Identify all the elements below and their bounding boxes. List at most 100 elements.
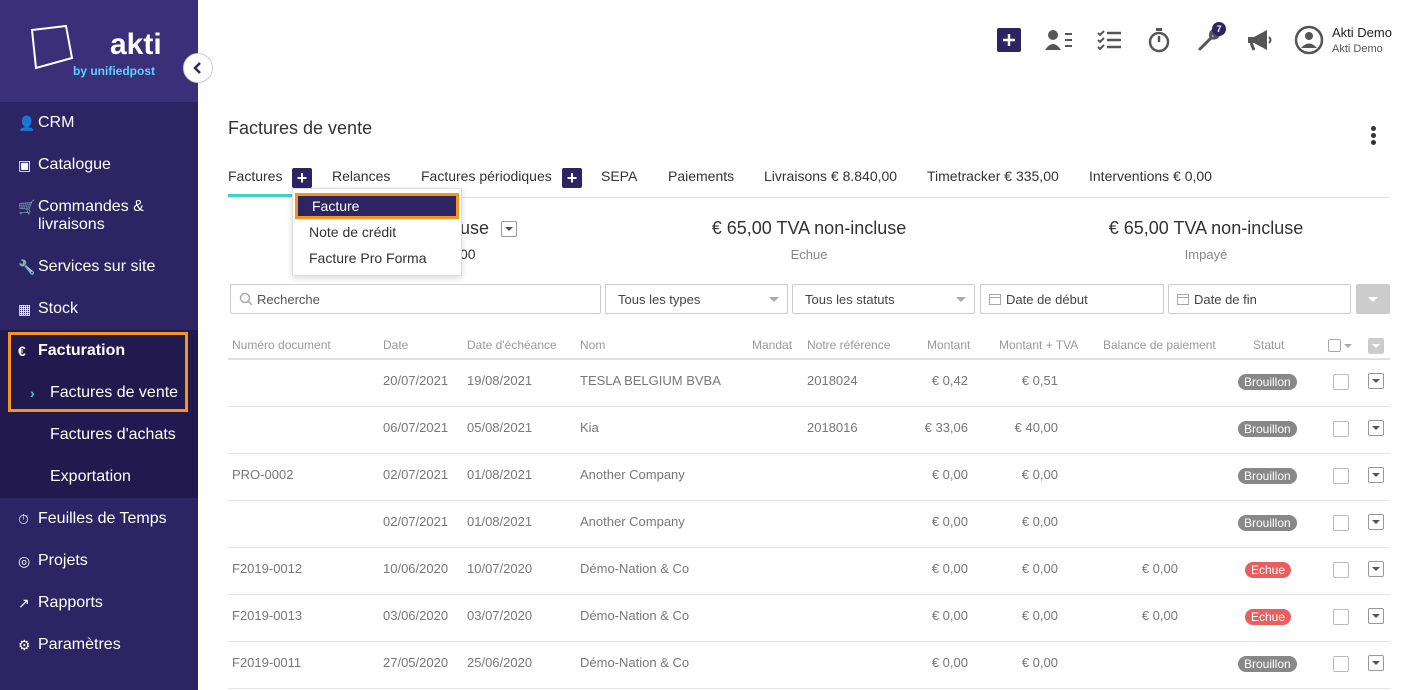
col-montant-tva[interactable]: Montant + TVA [999,338,1078,352]
timer-button[interactable] [1134,22,1184,58]
cell-date: 10/06/2020 [383,561,449,576]
col-mandat[interactable]: Mandat [752,338,792,352]
add-facture-button[interactable]: + [292,168,312,188]
sidebar-item-facturation[interactable]: € Facturation [0,330,198,372]
table-row[interactable]: 06/07/2021 05/08/2021 Kia 2018016 € 33,06 € 4… [228,407,1390,454]
tab-interventions[interactable]: Interventions € 0,00 [1089,168,1212,184]
sidebar-item-exportation[interactable]: Exportation [0,456,198,498]
date-debut-input[interactable]: Date de début [980,284,1164,314]
row-actions-dropdown[interactable] [1368,655,1384,671]
cell-numero[interactable]: F2019-0011 [232,655,301,670]
statuts-select[interactable]: Tous les statuts [792,284,975,314]
bulk-actions-dropdown[interactable] [1368,338,1384,354]
announcements-button[interactable] [1234,22,1284,58]
col-reference[interactable]: Notre référence [807,338,890,352]
cell-numero[interactable]: F2019-0013 [232,608,302,623]
sidebar-item-factures-achats[interactable]: Factures d'achats [0,414,198,456]
row-checkbox[interactable] [1333,468,1349,484]
sidebar-item-services[interactable]: 🔧 Services sur site [0,246,198,288]
filters-more-button[interactable] [1356,284,1390,314]
table-row[interactable]: F2019-0012 10/06/2020 10/07/2020 Démo-Natio… [228,548,1390,595]
row-actions-dropdown[interactable] [1368,561,1384,577]
col-date[interactable]: Date [383,338,408,352]
cell-montant: € 0,00 [931,608,968,623]
col-montant[interactable]: Montant [927,338,970,352]
table-row[interactable]: F2019-0013 03/06/2020 03/07/2020 Démo-Natio… [228,595,1390,642]
cell-echeance: 05/08/2021 [467,420,533,435]
sidebar-item-label: Factures de vente [50,384,179,401]
row-actions-dropdown[interactable] [1368,514,1384,530]
row-checkbox[interactable] [1333,562,1349,578]
cell-nom[interactable]: Démo-Nation & Co [580,655,689,670]
col-statut[interactable]: Statut [1253,338,1284,352]
select-all-caret-icon[interactable] [1344,344,1352,348]
tab-factures[interactable]: Factures [228,168,282,184]
sidebar-item-crm[interactable]: 👤 CRM [0,102,198,144]
summary-total-dropdown[interactable] [501,221,517,237]
user-menu[interactable]: Akti Demo Akti Demo [1294,25,1404,55]
sidebar-collapse-button[interactable] [183,53,213,83]
table-row[interactable]: 20/07/2021 19/08/2021 TESLA BELGIUM BVBA 20… [228,360,1390,407]
row-actions-dropdown[interactable] [1368,608,1384,624]
status-badge: Echue [1245,609,1292,625]
sidebar-item-commandes[interactable]: 🛒 Commandes & livraisons [0,186,198,246]
col-numero[interactable]: Numéro document [232,338,331,352]
table-row[interactable]: F2019-0011 27/05/2020 25/06/2020 Démo-Natio… [228,642,1390,689]
table-row[interactable]: PRO-0002 02/07/2021 01/08/2021 Another Comp… [228,454,1390,501]
cell-numero[interactable]: F2019-0012 [232,561,302,576]
cell-nom[interactable]: TESLA BELGIUM BVBA [580,373,721,388]
row-checkbox[interactable] [1333,609,1349,625]
table-row[interactable]: 02/07/2021 01/08/2021 Another Company € 0,0… [228,501,1390,548]
cell-nom[interactable]: Démo-Nation & Co [580,608,689,623]
chevron-down-icon [1368,297,1378,302]
sidebar-item-parametres[interactable]: ⚙ Paramètres [0,624,198,666]
tasks-button[interactable] [1084,22,1134,58]
tab-timetracker[interactable]: Timetracker € 335,00 [927,168,1059,184]
sidebar-item-label: CRM [38,114,75,131]
logo[interactable]: akti by unifiedpost [0,0,198,102]
add-facture-periodique-button[interactable]: + [562,168,582,188]
search-input[interactable]: Recherche [230,284,601,314]
row-checkbox[interactable] [1333,656,1349,672]
cell-nom[interactable]: Another Company [580,514,685,529]
col-nom[interactable]: Nom [580,338,605,352]
col-balance[interactable]: Balance de paiement [1103,338,1216,352]
row-checkbox[interactable] [1333,515,1349,531]
sidebar-item-factures-vente[interactable]: › Factures de vente [0,372,198,414]
row-checkbox[interactable] [1333,421,1349,437]
row-actions-dropdown[interactable] [1368,467,1384,483]
tab-factures-periodiques[interactable]: Factures périodiques [421,168,552,184]
dropdown-item-note-credit[interactable]: Note de crédit [293,219,461,245]
cell-balance: € 0,00 [1141,561,1178,576]
types-select[interactable]: Tous les types [605,284,788,314]
cell-montant: € 33,06 [924,420,968,435]
dropdown-item-facture[interactable]: Facture [295,193,459,219]
sidebar-group-facturation: € Facturation › Factures de vente Factur… [0,330,198,498]
sidebar-item-projets[interactable]: ◎ Projets [0,540,198,582]
tab-relances[interactable]: Relances [332,168,390,184]
dropdown-item-pro-forma[interactable]: Facture Pro Forma [293,245,461,271]
page-title: Factures de vente [228,118,373,138]
sidebar-item-rapports[interactable]: ↗ Rapports [0,582,198,624]
row-actions-dropdown[interactable] [1368,373,1384,389]
tools-button[interactable]: 7 [1184,22,1234,58]
add-button[interactable] [984,22,1034,58]
row-actions-dropdown[interactable] [1368,420,1384,436]
tab-sepa[interactable]: SEPA [601,168,637,184]
tab-paiements[interactable]: Paiements [668,168,734,184]
more-options-button[interactable] [1368,124,1378,147]
cell-nom[interactable]: Another Company [580,467,685,482]
contacts-button[interactable] [1034,22,1084,58]
sidebar-item-feuilles[interactable]: ⏱ Feuilles de Temps [0,498,198,540]
row-checkbox[interactable] [1333,374,1349,390]
select-all-checkbox[interactable] [1328,339,1341,352]
cell-nom[interactable]: Démo-Nation & Co [580,561,689,576]
col-echeance[interactable]: Date d'échéance [467,338,557,352]
sidebar-item-stock[interactable]: ▦ Stock [0,288,198,330]
cell-numero[interactable]: PRO-0002 [232,467,293,482]
calendar-icon [1177,294,1189,305]
date-fin-input[interactable]: Date de fin [1168,284,1351,314]
sidebar-item-catalogue[interactable]: ▣ Catalogue [0,144,198,186]
cell-nom[interactable]: Kia [580,420,599,435]
tab-livraisons[interactable]: Livraisons € 8.840,00 [764,168,897,184]
